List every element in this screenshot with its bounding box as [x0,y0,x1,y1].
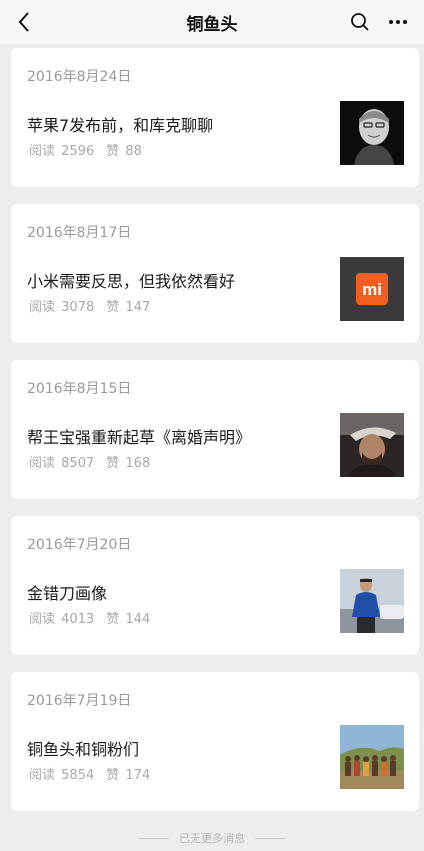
end-of-list-notice: 已无更多消息 [0,830,424,846]
article-stats: 阅读 4013 赞 144 [27,608,150,627]
more-dots-icon [389,20,407,24]
article-date: 2016年8月17日 [27,225,132,241]
article-stats: 阅读 2596 赞 88 [27,140,142,159]
read-count: 阅读 4013 [27,608,94,627]
like-value: 174 [125,768,151,783]
read-label: 阅读 [29,612,56,627]
like-label: 赞 [106,456,120,471]
chevron-left-icon [18,12,29,32]
back-button[interactable] [8,6,40,38]
read-count: 阅读 2596 [27,140,94,159]
like-label: 赞 [106,300,120,315]
top-bar: 铜鱼头 [0,0,424,44]
article-stats: 阅读 5854 赞 174 [27,764,150,783]
article-title[interactable]: 金错刀画像 [27,580,107,604]
article-date: 2016年7月19日 [27,693,132,709]
article-stats: 阅读 8507 赞 168 [27,452,150,471]
like-count: 赞 168 [104,452,150,471]
article-title[interactable]: 小米需要反思，但我依然看好 [27,268,235,292]
xiaomi-logo-text: mi [362,280,382,299]
like-count: 赞 88 [104,140,142,159]
article-card[interactable]: 2016年8月17日 小米需要反思，但我依然看好 阅读 3078 赞 147 m… [11,204,419,343]
article-thumbnail[interactable] [340,101,404,165]
read-value: 2596 [61,144,95,159]
read-value: 5854 [61,768,95,783]
article-feed: 2016年8月24日 苹果7发布前，和库克聊聊 阅读 2596 赞 88 201… [11,48,419,828]
article-card[interactable]: 2016年8月15日 帮王宝强重新起草《离婚声明》 阅读 8507 赞 168 [11,360,419,499]
like-value: 88 [125,144,142,159]
like-label: 赞 [106,768,120,783]
xiaomi-logo-image: mi [340,257,404,321]
article-thumbnail[interactable] [340,413,404,477]
read-value: 4013 [61,612,95,627]
read-count: 阅读 3078 [27,296,94,315]
read-count: 阅读 8507 [27,452,94,471]
read-label: 阅读 [29,144,56,159]
tim-cook-portrait-image [340,101,404,165]
article-date: 2016年7月20日 [27,537,132,553]
like-count: 赞 144 [104,608,150,627]
article-stats: 阅读 3078 赞 147 [27,296,150,315]
read-label: 阅读 [29,456,56,471]
article-card[interactable]: 2016年8月24日 苹果7发布前，和库克聊聊 阅读 2596 赞 88 [11,48,419,187]
like-label: 赞 [106,612,120,627]
article-title[interactable]: 苹果7发布前，和库克聊聊 [27,112,213,136]
article-title[interactable]: 铜鱼头和铜粉们 [27,736,139,760]
like-value: 147 [125,300,151,315]
read-value: 3078 [61,300,95,315]
more-options-button[interactable] [382,6,414,38]
article-date: 2016年8月15日 [27,381,132,397]
divider [139,837,169,839]
search-icon [351,13,369,31]
page-title: 铜鱼头 [186,14,238,35]
like-count: 赞 174 [104,764,150,783]
article-thumbnail[interactable] [340,725,404,789]
like-count: 赞 147 [104,296,150,315]
article-date: 2016年8月24日 [27,69,132,85]
like-value: 144 [125,612,151,627]
divider [255,837,285,839]
read-label: 阅读 [29,300,56,315]
man-with-hat-portrait-image [340,413,404,477]
article-card[interactable]: 2016年7月20日 金错刀画像 阅读 4013 赞 144 [11,516,419,655]
read-value: 8507 [61,456,95,471]
man-in-blue-shirt-image [340,569,404,633]
like-label: 赞 [106,144,120,159]
article-title[interactable]: 帮王宝强重新起草《离婚声明》 [27,424,251,448]
like-value: 168 [125,456,151,471]
group-photo-outdoors-image [340,725,404,789]
article-thumbnail[interactable]: mi [340,257,404,321]
article-thumbnail[interactable] [340,569,404,633]
search-button[interactable] [344,6,376,38]
read-label: 阅读 [29,768,56,783]
article-card[interactable]: 2016年7月19日 铜鱼头和铜粉们 阅读 5854 赞 174 [11,672,419,811]
no-more-messages-text: 已无更多消息 [179,832,245,845]
read-count: 阅读 5854 [27,764,94,783]
